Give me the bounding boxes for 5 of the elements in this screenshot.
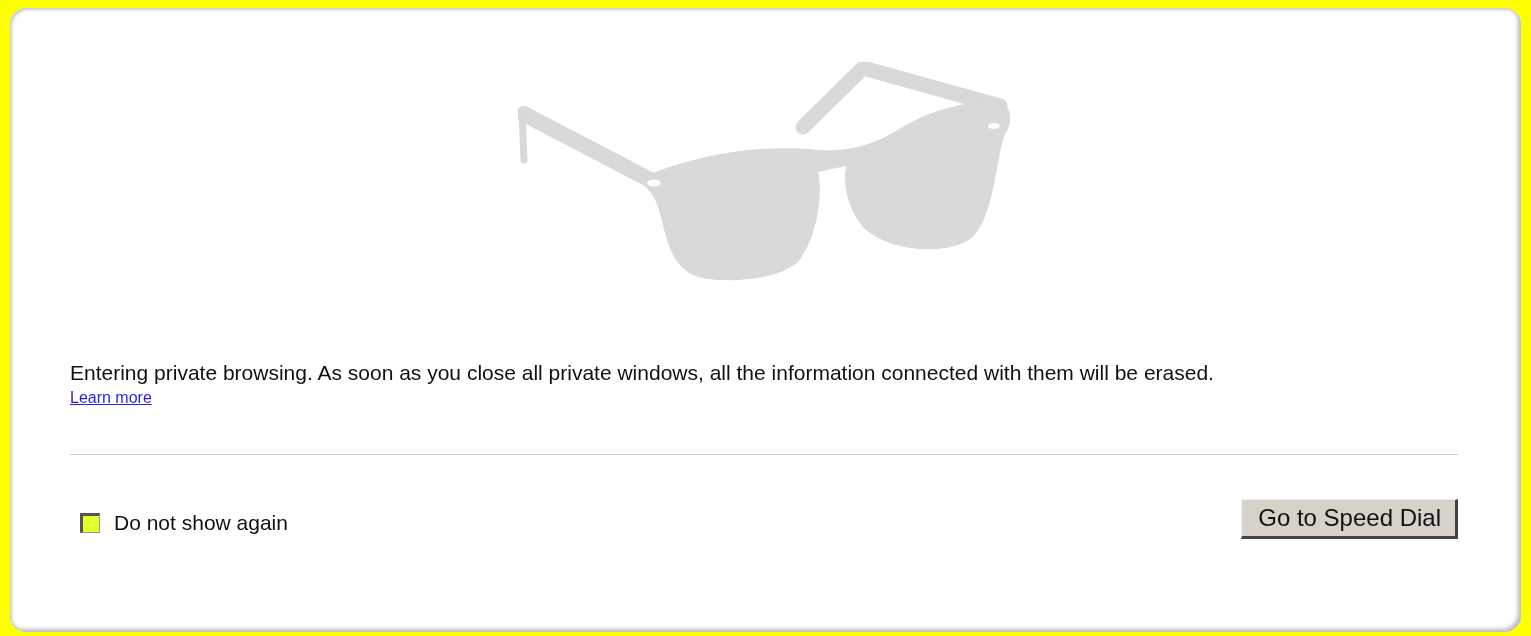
checkbox[interactable] [80, 513, 100, 533]
checkbox-label: Do not show again [114, 511, 288, 535]
learn-more-link[interactable]: Learn more [70, 389, 152, 406]
speed-dial-button[interactable]: Go to Speed Dial [1241, 499, 1458, 539]
info-message: Entering private browsing. As soon as you close all private windows, all the information connected with them will be erased. [70, 360, 1215, 386]
